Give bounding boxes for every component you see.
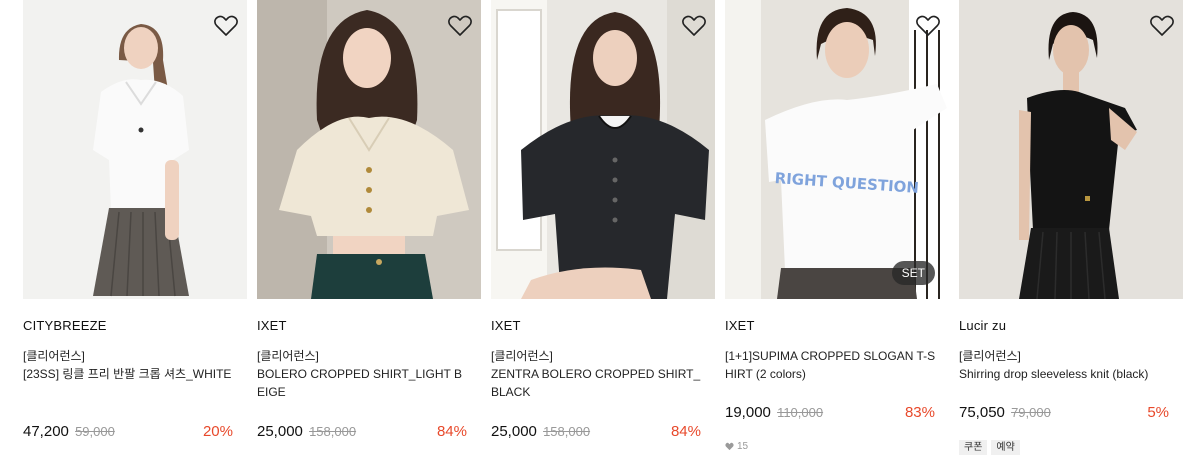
product-photo: RIGHT QUESTION	[725, 0, 949, 299]
discount-rate: 84%	[670, 423, 701, 440]
product-title[interactable]: BOLERO CROPPED SHIRT_LIGHT BEIGE	[257, 365, 469, 401]
product-photo	[491, 0, 715, 299]
product-brand[interactable]: CITYBREEZE	[23, 318, 107, 333]
product-title[interactable]: Shirring drop sleeveless knit (black)	[959, 365, 1171, 383]
original-price: 158,000	[309, 424, 357, 439]
product-card[interactable]: IXET [클리어런스] BOLERO CROPPED SHIRT_LIGHT …	[257, 0, 481, 455]
product-brand[interactable]: Lucir zu	[959, 318, 1006, 333]
wishlist-heart-icon[interactable]	[1149, 14, 1175, 38]
coupon-chip: 쿠폰	[959, 440, 988, 455]
sale-price: 25,000	[257, 423, 303, 440]
product-tag: [클리어런스]	[959, 349, 1021, 363]
product-price: 47,200 59,000	[23, 423, 115, 440]
product-card[interactable]: CITYBREEZE [클리어런스] [23SS] 링클 프리 반팔 크롭 셔츠…	[23, 0, 247, 455]
price-row: 47,200 59,000 20%	[23, 423, 233, 443]
product-tag: [클리어런스]	[491, 349, 553, 363]
product-image[interactable]	[23, 0, 247, 299]
product-title[interactable]: [23SS] 링클 프리 반팔 크롭 셔츠_WHITE	[23, 365, 235, 383]
product-brand[interactable]: IXET	[725, 318, 755, 333]
wishlist-heart-icon[interactable]	[915, 14, 941, 38]
like-count-value: 15	[737, 441, 749, 452]
product-brand[interactable]: IXET	[491, 318, 521, 333]
heart-filled-icon	[725, 442, 734, 451]
set-badge: SET	[891, 261, 935, 285]
product-photo	[959, 0, 1183, 299]
product-tag: [클리어런스]	[257, 349, 319, 363]
product-image[interactable]	[491, 0, 715, 299]
product-price: 75,050 79,000	[959, 404, 1051, 421]
product-card[interactable]: RIGHT QUESTION SET IXET [1+1]SUPIMA CROP…	[725, 0, 949, 455]
like-count: 15	[725, 441, 748, 452]
wishlist-heart-icon[interactable]	[681, 14, 707, 38]
product-title[interactable]: [1+1]SUPIMA CROPPED SLOGAN T-SHIRT (2 co…	[725, 347, 937, 383]
product-image[interactable]: RIGHT QUESTION SET	[725, 0, 949, 299]
product-price: 25,000 158,000	[491, 423, 590, 440]
wishlist-heart-icon[interactable]	[213, 14, 239, 38]
sale-price: 25,000	[491, 423, 537, 440]
sale-price: 75,050	[959, 404, 1005, 421]
reservation-chip: 예약	[991, 440, 1020, 455]
product-tag: [클리어런스]	[23, 349, 85, 363]
original-price: 79,000	[1011, 405, 1051, 420]
product-photo	[23, 0, 247, 299]
product-card[interactable]: Lucir zu [클리어런스] Shirring drop sleeveles…	[959, 0, 1183, 455]
discount-rate: 5%	[1147, 404, 1169, 421]
sale-price: 47,200	[23, 423, 69, 440]
product-image[interactable]	[959, 0, 1183, 299]
discount-rate: 83%	[904, 404, 935, 421]
sale-price: 19,000	[725, 404, 771, 421]
product-price: 25,000 158,000	[257, 423, 356, 440]
price-row: 25,000 158,000 84%	[491, 423, 701, 443]
product-title[interactable]: ZENTRA BOLERO CROPPED SHIRT_BLACK	[491, 365, 703, 401]
original-price: 158,000	[543, 424, 591, 439]
price-row: 75,050 79,000 5%	[959, 404, 1169, 424]
product-photo	[257, 0, 481, 299]
benefit-chips: 쿠폰 예약	[959, 440, 1020, 455]
wishlist-heart-icon[interactable]	[447, 14, 473, 38]
product-card[interactable]: IXET [클리어런스] ZENTRA BOLERO CROPPED SHIRT…	[491, 0, 715, 455]
product-price: 19,000 110,000	[725, 404, 823, 421]
price-row: 19,000 110,000 83%	[725, 404, 935, 424]
product-image[interactable]	[257, 0, 481, 299]
original-price: 59,000	[75, 424, 115, 439]
discount-rate: 20%	[202, 423, 233, 440]
discount-rate: 84%	[436, 423, 467, 440]
product-grid: CITYBREEZE [클리어런스] [23SS] 링클 프리 반팔 크롭 셔츠…	[0, 0, 1199, 455]
price-row: 25,000 158,000 84%	[257, 423, 467, 443]
product-brand[interactable]: IXET	[257, 318, 287, 333]
original-price: 110,000	[777, 405, 824, 420]
